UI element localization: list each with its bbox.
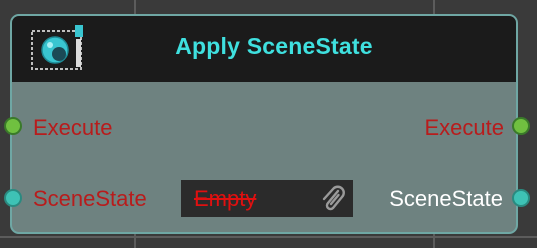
- paperclip-icon[interactable]: [319, 185, 347, 213]
- node-header[interactable]: Apply SceneState: [12, 16, 516, 82]
- input-execute-label: Execute: [33, 115, 113, 140]
- node-title: Apply SceneState: [175, 33, 373, 59]
- input-scenestate-label: SceneState: [33, 186, 147, 211]
- grid-line-horizontal: [0, 236, 537, 238]
- scenestate-value-field[interactable]: Empty: [181, 180, 353, 217]
- output-scenestate-label: SceneState: [389, 186, 503, 211]
- input-execute-pin[interactable]: [4, 117, 22, 135]
- input-scenestate-pin[interactable]: [4, 189, 22, 207]
- output-execute-pin[interactable]: [512, 117, 530, 135]
- scenestate-value-text: Empty: [194, 186, 257, 211]
- output-execute-label: Execute: [424, 115, 505, 140]
- output-scenestate-pin[interactable]: [512, 189, 530, 207]
